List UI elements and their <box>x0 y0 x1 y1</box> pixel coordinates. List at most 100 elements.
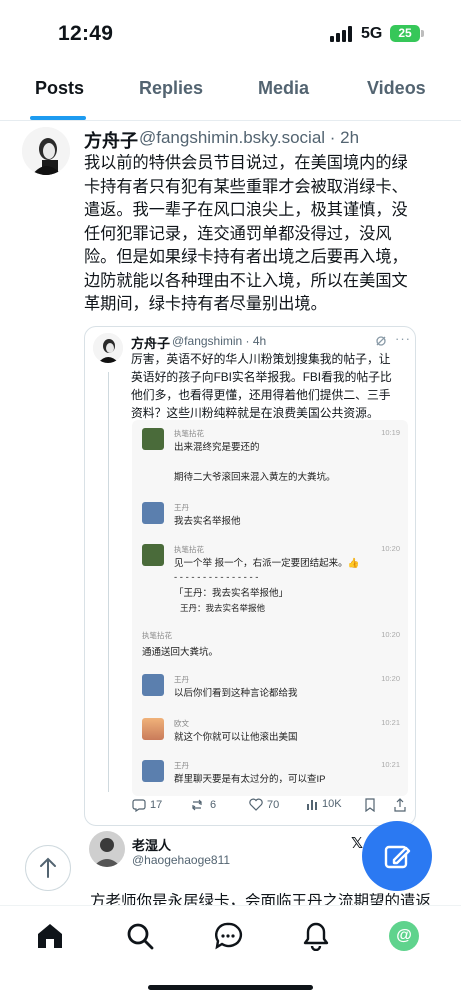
battery-indicator: 25 <box>390 25 420 42</box>
chat-text: 王丹：我去实名举报他 <box>180 603 266 613</box>
chat-text: 期待二大爷滚回来混入黄左的大粪坑。 <box>174 472 336 483</box>
arrow-up-icon <box>40 857 56 878</box>
chat-text: 群里聊天要是有太过分的，可以查IP <box>174 774 326 785</box>
chat-screenshot[interactable]: 执笔拈花 10:19 出来混终究是要还的 期待二大爷滚回来混入黄左的大粪坑。 王… <box>132 420 408 796</box>
like-count: 70 <box>267 798 280 811</box>
reply-avatar-image <box>89 831 125 867</box>
chat-text: 就这个你就可以让他滚出美国 <box>174 732 298 743</box>
chat-text: 通通送回大粪坑。 <box>142 647 219 658</box>
search-icon[interactable] <box>125 921 155 951</box>
quoted-author-handle[interactable]: @fangshimin · 4h <box>172 334 266 348</box>
post-line: 革期间，绿卡持有者尽量别出境。 <box>84 295 327 313</box>
bookmark-icon[interactable] <box>364 798 376 812</box>
author-avatar[interactable] <box>22 127 70 175</box>
chat-message: 执笔拈花 10:20 通通送回大粪坑。 <box>132 630 408 670</box>
tab-replies[interactable]: Replies <box>139 78 203 99</box>
post-line: 遣返。我一辈子在风口浪尖上，极其谨慎，没 <box>84 201 408 219</box>
chat-avatar <box>142 718 164 740</box>
chat-sender: 王丹 <box>174 761 189 770</box>
reply-count: 17 <box>150 799 163 811</box>
chat-time: 10:20 <box>381 674 400 683</box>
network-label: 5G <box>361 25 383 42</box>
bell-icon[interactable] <box>301 921 331 951</box>
repost-action[interactable]: 6 <box>190 798 216 812</box>
home-icon[interactable] <box>35 921 65 951</box>
tab-videos[interactable]: Videos <box>367 78 426 99</box>
repost-count: 6 <box>210 799 217 811</box>
quoted-post-text: 厉害，英语不好的华人川粉策划搜集我的帖子，让 英语好的孩子向FBI实名举报我。F… <box>131 350 409 422</box>
post-line: 我以前的特供会员节目说过，在美国境内的绿 <box>84 154 408 172</box>
chat-sender: 执笔拈花 <box>142 631 172 640</box>
chat-text: 出来混终究是要还的 <box>174 442 260 453</box>
heart-icon <box>249 798 263 811</box>
chat-sender: 执笔拈花 <box>174 545 204 554</box>
quoted-author-avatar[interactable] <box>93 333 123 363</box>
chat-text: 以后你们看到这种言论都给我 <box>174 688 298 699</box>
chat-time: 10:21 <box>381 718 400 727</box>
views-icon <box>307 800 317 810</box>
chat-time: 10:19 <box>381 428 400 437</box>
chat-message: 王丹 10:20 以后你们看到这种言论都给我 <box>132 674 408 710</box>
chat-text: 见一个举 报一个，右派一定要团结起来。👍 <box>174 558 360 569</box>
battery-tip <box>421 30 424 37</box>
chat-message: 执笔拈花 10:20 见一个举 报一个，右派一定要团结起来。👍 - - - - … <box>132 544 408 624</box>
chat-message: 王丹 我去实名举报他 <box>132 502 408 538</box>
at-icon[interactable]: @ <box>389 921 419 951</box>
chat-avatar <box>142 428 164 450</box>
chat-avatar <box>142 760 164 782</box>
chat-icon[interactable] <box>213 921 243 951</box>
chat-message: 欧文 10:21 就这个你就可以让他滚出美国 <box>132 718 408 754</box>
tab-posts[interactable]: Posts <box>35 78 84 99</box>
chat-text: 「王丹：我去实名举报他」 <box>174 588 289 599</box>
author-avatar-image <box>22 127 70 175</box>
reply-icon <box>132 799 146 812</box>
chat-message: 王丹 10:21 群里聊天要是有太过分的，可以查IP <box>132 760 408 796</box>
profile-tabs: Posts Replies Media Videos <box>0 78 461 118</box>
chat-avatar <box>142 674 164 696</box>
quoted-line: 英语好的孩子向FBI实名举报我。FBI看我的帖子比 <box>131 370 392 384</box>
quoted-line: 厉害，英语不好的华人川粉策划搜集我的帖子，让 <box>131 352 391 366</box>
reply-action[interactable]: 17 <box>132 798 162 812</box>
chat-time: 10:20 <box>381 544 400 553</box>
chat-sender: 欧文 <box>174 719 189 728</box>
home-indicator <box>148 985 313 990</box>
post-line: 任何犯罪记录，连交通罚单都没得过，没风 <box>84 224 392 243</box>
scroll-to-top-button[interactable] <box>25 845 71 891</box>
chat-time: 10:21 <box>381 760 400 769</box>
tab-media[interactable]: Media <box>258 78 309 99</box>
compose-icon <box>384 845 411 869</box>
quoted-actions-bar: 17 6 70 10K <box>132 798 412 816</box>
like-action[interactable]: 70 <box>249 798 279 811</box>
views-count: 10K <box>322 798 342 810</box>
post-line: 险。但是如果绿卡持有者出境之后要再入境， <box>84 248 408 266</box>
tabs-divider <box>0 120 461 121</box>
reply-author-avatar[interactable] <box>89 831 125 867</box>
author-handle-time[interactable]: @fangshimin.bsky.social · 2h <box>139 128 359 148</box>
reply-author-handle[interactable]: @haogehaoge811 <box>132 853 230 867</box>
views-action[interactable]: 10K <box>306 798 342 810</box>
chat-sender: 执笔拈花 <box>174 429 204 438</box>
chat-avatar <box>142 502 164 524</box>
chat-message: 执笔拈花 10:19 出来混终究是要还的 期待二大爷滚回来混入黄左的大粪坑。 <box>132 428 408 488</box>
status-time: 12:49 <box>58 22 114 45</box>
chat-text: 我去实名举报他 <box>174 516 241 527</box>
thread-line <box>108 372 109 792</box>
reply-author-name[interactable]: 老湿人 <box>132 835 171 854</box>
chat-sender: 王丹 <box>174 675 189 684</box>
quoted-avatar-image <box>93 333 123 363</box>
chat-sender: 王丹 <box>174 503 189 512</box>
chat-avatar <box>142 544 164 566</box>
post-text: 我以前的特供会员节目说过，在美国境内的绿 卡持有者只有犯有某些重罪才会被取消绿卡… <box>84 152 440 317</box>
post-line: 卡持有者只有犯有某些重罪才会被取消绿卡、 <box>84 177 408 196</box>
repost-icon <box>192 799 202 811</box>
link-icon <box>376 336 386 346</box>
signal-icon <box>330 26 352 42</box>
more-options-icon[interactable]: ··· <box>395 331 411 346</box>
author-name[interactable]: 方舟子 <box>84 127 138 153</box>
quoted-line: 他们多，也看得更懂，还用得着他们提供二、三手 <box>131 388 391 402</box>
compose-button[interactable] <box>362 821 432 891</box>
chat-time: 10:20 <box>381 630 400 639</box>
chat-text: - - - - - - - - - - - - - - - <box>174 572 259 583</box>
share-icon[interactable] <box>394 798 406 812</box>
post-line: 边防就能以各种理由不让入境，所以在美国文 <box>84 271 408 290</box>
